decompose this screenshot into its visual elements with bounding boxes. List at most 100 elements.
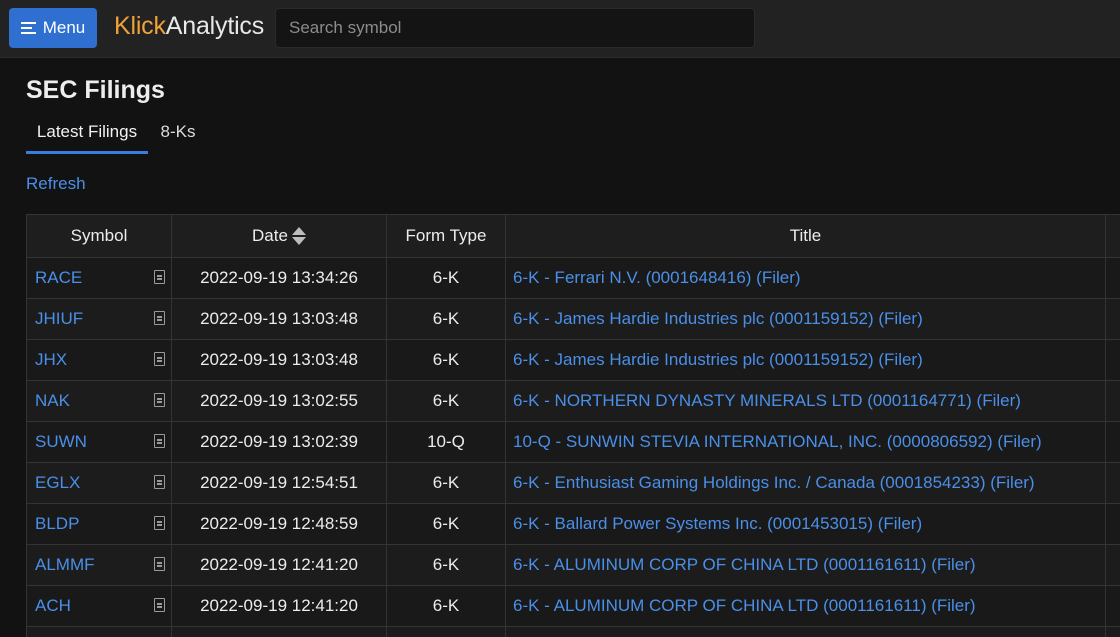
date-cell: 2022-09-19 12:48:59 <box>171 503 387 545</box>
date-cell: 2022-09-19 13:34:26 <box>171 257 387 299</box>
symbol-cell: EGLX <box>26 462 172 504</box>
document-icon[interactable] <box>154 393 165 407</box>
title-cell: 6-K - Enthusiast Gaming Holdings Inc. / … <box>505 462 1106 504</box>
filing-title-link[interactable]: 6-K - Ferrari N.V. (0001648416) (Filer) <box>513 268 801 287</box>
column-header-symbol: Symbol <box>26 214 172 258</box>
table-row: ALMMF 2022-09-19 12:41:20 6-K 6-K - ALUMINU… <box>26 544 1120 586</box>
form-type-cell: 6-K <box>386 585 506 627</box>
filing-title-link[interactable]: 6-K - ALUMINUM CORP OF CHINA LTD (000116… <box>513 555 976 574</box>
top-bar: Menu KlickAnalytics <box>0 0 1120 58</box>
title-cell: 6-K - James Hardie Industries plc (00011… <box>505 339 1106 381</box>
column-header-extra <box>1105 214 1120 258</box>
menu-button[interactable]: Menu <box>9 8 97 48</box>
date-cell: 2022-09-19 12:41:20 <box>171 585 387 627</box>
symbol-cell: ACH <box>26 585 172 627</box>
filing-title-link[interactable]: 6-K - ALUMINUM CORP OF CHINA LTD (000116… <box>513 596 976 615</box>
search-input[interactable] <box>275 8 755 48</box>
table-row: SUWN 2022-09-19 13:02:39 10-Q 10-Q - SUNWIN… <box>26 421 1120 463</box>
document-icon[interactable] <box>154 516 165 530</box>
symbol-cell: JHX <box>26 339 172 381</box>
symbol-link[interactable]: NAK <box>35 391 70 410</box>
title-cell: 6-K - ALUMINUM CORP OF CHINA LTD (000116… <box>505 585 1106 627</box>
symbol-cell: JHIUF <box>26 298 172 340</box>
column-header-title: Title <box>505 214 1106 258</box>
filing-title-link[interactable]: 6-K - Enthusiast Gaming Holdings Inc. / … <box>513 473 1035 492</box>
title-cell: 6-K - James Hardie Industries plc (00011… <box>505 298 1106 340</box>
extra-cell <box>1105 544 1120 586</box>
page-title: SEC Filings <box>26 76 165 104</box>
extra-cell <box>1105 380 1120 422</box>
table-row: NAK 2022-09-19 13:02:55 6-K 6-K - NORTHERN … <box>26 380 1120 422</box>
date-cell: 2022-09-19 13:03:48 <box>171 339 387 381</box>
extra-cell <box>1105 421 1120 463</box>
filing-title-link[interactable]: 6-K - NORTHERN DYNASTY MINERALS LTD (000… <box>513 391 1021 410</box>
form-type-cell: 6-K <box>386 462 506 504</box>
tab-8ks[interactable]: 8-Ks <box>160 113 196 151</box>
table-row <box>26 626 1120 637</box>
table-row: ACH 2022-09-19 12:41:20 6-K 6-K - ALUMINUM … <box>26 585 1120 627</box>
document-icon[interactable] <box>154 311 165 325</box>
filings-table: Symbol Date Form Type Title RACE 2022-09-… <box>26 214 1120 637</box>
document-icon[interactable] <box>154 270 165 284</box>
table-row: BLDP 2022-09-19 12:48:59 6-K 6-K - Ballard … <box>26 503 1120 545</box>
title-cell: 10-Q - SUNWIN STEVIA INTERNATIONAL, INC.… <box>505 421 1106 463</box>
title-cell: 6-K - NORTHERN DYNASTY MINERALS LTD (000… <box>505 380 1106 422</box>
form-type-cell: 6-K <box>386 544 506 586</box>
document-icon[interactable] <box>154 557 165 571</box>
form-type-cell: 10-Q <box>386 421 506 463</box>
symbol-link[interactable]: EGLX <box>35 473 80 492</box>
menu-button-label: Menu <box>42 18 86 37</box>
symbol-link[interactable]: RACE <box>35 268 82 287</box>
date-cell: 2022-09-19 13:03:48 <box>171 298 387 340</box>
logo[interactable]: KlickAnalytics <box>114 12 264 41</box>
document-icon[interactable] <box>154 598 165 612</box>
sort-icon[interactable] <box>291 226 306 246</box>
tab-latest-filings[interactable]: Latest Filings <box>26 113 148 154</box>
symbol-link[interactable]: SUWN <box>35 432 87 451</box>
extra-cell <box>1105 462 1120 504</box>
extra-cell <box>1105 257 1120 299</box>
title-cell: 6-K - ALUMINUM CORP OF CHINA LTD (000116… <box>505 544 1106 586</box>
column-header-date[interactable]: Date <box>171 214 387 258</box>
filing-title-link[interactable]: 6-K - James Hardie Industries plc (00011… <box>513 309 923 328</box>
symbol-link[interactable]: JHIUF <box>35 309 83 328</box>
table-row: JHIUF 2022-09-19 13:03:48 6-K 6-K - James H… <box>26 298 1120 340</box>
extra-cell <box>1105 585 1120 627</box>
date-cell: 2022-09-19 13:02:39 <box>171 421 387 463</box>
symbol-link[interactable]: ALMMF <box>35 555 95 574</box>
symbol-link[interactable]: JHX <box>35 350 67 369</box>
document-icon[interactable] <box>154 434 165 448</box>
form-type-cell: 6-K <box>386 339 506 381</box>
table-header-row: Symbol Date Form Type Title <box>26 214 1120 258</box>
table-row: JHX 2022-09-19 13:03:48 6-K 6-K - James Har… <box>26 339 1120 381</box>
form-type-cell: 6-K <box>386 298 506 340</box>
extra-cell <box>1105 339 1120 381</box>
symbol-cell: SUWN <box>26 421 172 463</box>
table-row: RACE 2022-09-19 13:34:26 6-K 6-K - Ferrari … <box>26 257 1120 299</box>
form-type-cell: 6-K <box>386 503 506 545</box>
date-cell: 2022-09-19 13:02:55 <box>171 380 387 422</box>
date-cell: 2022-09-19 12:41:20 <box>171 544 387 586</box>
refresh-link[interactable]: Refresh <box>26 174 86 194</box>
symbol-link[interactable]: ACH <box>35 596 71 615</box>
filing-title-link[interactable]: 6-K - James Hardie Industries plc (00011… <box>513 350 923 369</box>
symbol-link[interactable]: BLDP <box>35 514 79 533</box>
extra-cell <box>1105 298 1120 340</box>
table-row: EGLX 2022-09-19 12:54:51 6-K 6-K - Enthusia… <box>26 462 1120 504</box>
filing-title-link[interactable]: 10-Q - SUNWIN STEVIA INTERNATIONAL, INC.… <box>513 432 1042 451</box>
symbol-cell: BLDP <box>26 503 172 545</box>
extra-cell <box>1105 503 1120 545</box>
title-cell: 6-K - Ballard Power Systems Inc. (000145… <box>505 503 1106 545</box>
filing-title-link[interactable]: 6-K - Ballard Power Systems Inc. (000145… <box>513 514 922 533</box>
date-cell: 2022-09-19 12:54:51 <box>171 462 387 504</box>
document-icon[interactable] <box>154 475 165 489</box>
column-header-form-type: Form Type <box>386 214 506 258</box>
symbol-cell: ALMMF <box>26 544 172 586</box>
hamburger-icon <box>20 22 36 34</box>
symbol-cell: NAK <box>26 380 172 422</box>
document-icon[interactable] <box>154 352 165 366</box>
title-cell: 6-K - Ferrari N.V. (0001648416) (Filer) <box>505 257 1106 299</box>
form-type-cell: 6-K <box>386 257 506 299</box>
form-type-cell: 6-K <box>386 380 506 422</box>
symbol-cell: RACE <box>26 257 172 299</box>
